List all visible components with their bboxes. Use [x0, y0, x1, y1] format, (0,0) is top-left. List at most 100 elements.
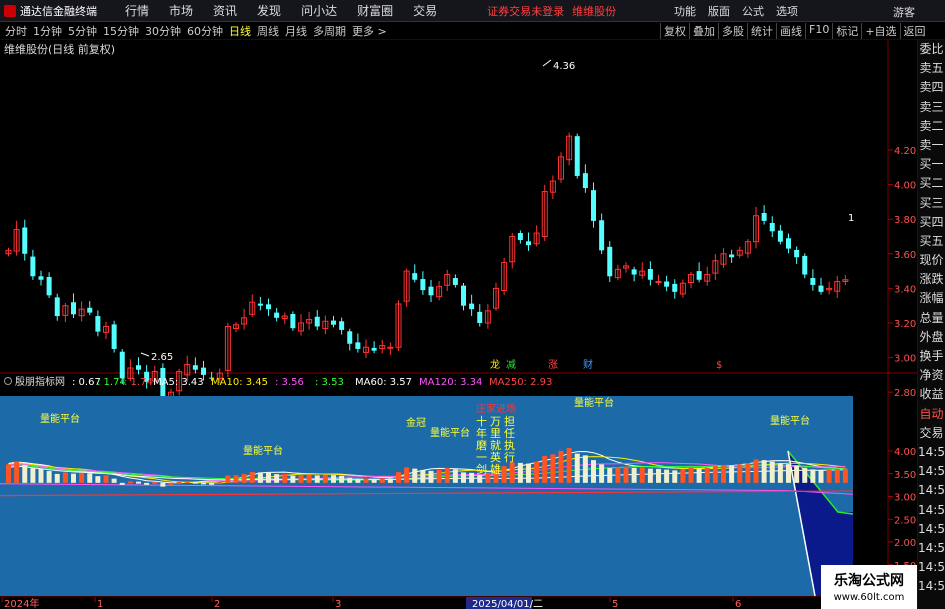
- indicator-bar: [542, 455, 548, 483]
- sidebar-item-26[interactable]: 14:56: [918, 539, 945, 558]
- period-tab-7[interactable]: 周线: [254, 23, 282, 39]
- indicator-bar: [631, 467, 637, 483]
- low-label: 2.65: [151, 352, 173, 363]
- candle-body: [136, 365, 141, 370]
- marker-reduce[interactable]: 减: [506, 359, 516, 371]
- tool-button-4[interactable]: 画线: [776, 23, 805, 39]
- tool-button-6[interactable]: 标记: [832, 23, 861, 39]
- indicator-bar: [274, 474, 280, 483]
- marker-rise[interactable]: 涨: [548, 359, 558, 371]
- sidebar-item-14[interactable]: 总量: [918, 309, 945, 328]
- sidebar-item-6[interactable]: 买一: [918, 155, 945, 174]
- sidebar-item-18[interactable]: 收益: [918, 385, 945, 404]
- guest-label[interactable]: 游客: [893, 4, 915, 20]
- indicator-bar: [834, 468, 840, 483]
- period-tab-10[interactable]: 更多 >: [349, 23, 390, 39]
- period-tab-8[interactable]: 月线: [282, 23, 310, 39]
- menu-item-1[interactable]: 市场: [159, 2, 203, 19]
- sidebar-item-21[interactable]: 14:56: [918, 443, 945, 462]
- right-menu-item-3[interactable]: 选项: [770, 3, 804, 19]
- candle-body: [46, 276, 52, 296]
- indicator-bar: [266, 472, 271, 483]
- login-notice[interactable]: 证券交易未登录: [487, 3, 564, 19]
- indicator-bar: [152, 481, 158, 484]
- time-label-6: 6: [735, 599, 741, 609]
- period-tab-9[interactable]: 多周期: [310, 23, 349, 39]
- period-tab-3[interactable]: 15分钟: [100, 23, 142, 39]
- right-menu-item-0[interactable]: 功能: [668, 3, 702, 19]
- sidebar-item-23[interactable]: 14:56: [918, 481, 945, 500]
- sidebar-item-25[interactable]: 14:56: [918, 520, 945, 539]
- sidebar-item-12[interactable]: 涨跌: [918, 270, 945, 289]
- right-menu-item-1[interactable]: 版面: [702, 3, 736, 19]
- indicator-bar: [550, 454, 556, 483]
- period-tab-4[interactable]: 30分钟: [142, 23, 184, 39]
- sidebar-item-3[interactable]: 卖三: [918, 98, 945, 117]
- indicator-v2: : 1.74: [97, 377, 126, 388]
- sidebar-item-7[interactable]: 买二: [918, 174, 945, 193]
- sidebar-item-16[interactable]: 换手: [918, 347, 945, 366]
- marker-finance[interactable]: 财: [583, 358, 593, 371]
- indicator-bar: [753, 459, 759, 483]
- kline-chart[interactable]: 维维股份(日线 前复权) 4.20 4.00 3.80 3.60 3.40 3.20 3.0…: [0, 40, 917, 609]
- sidebar-item-10[interactable]: 买五: [918, 232, 945, 251]
- menu-item-3[interactable]: 发现: [247, 2, 291, 19]
- menu-item-0[interactable]: 行情: [115, 2, 159, 19]
- sidebar-item-17[interactable]: 净资: [918, 366, 945, 385]
- candle-body: [71, 302, 76, 315]
- candle-body: [111, 324, 117, 349]
- sidebar-item-1[interactable]: 卖五: [918, 59, 945, 78]
- sidebar-item-19[interactable]: 自动: [918, 405, 945, 424]
- sidebar-item-9[interactable]: 买四: [918, 213, 945, 232]
- candle-body: [647, 269, 653, 280]
- upper-tick-label: 3.60: [894, 250, 916, 261]
- sidebar-item-0[interactable]: 委比: [918, 40, 945, 59]
- tool-button-5[interactable]: F10: [805, 23, 832, 39]
- period-tab-6[interactable]: 日线: [226, 23, 254, 39]
- period-tab-0[interactable]: 分时: [2, 23, 30, 39]
- period-tab-5[interactable]: 60分钟: [184, 23, 226, 39]
- tool-button-2[interactable]: 多股: [718, 23, 747, 39]
- sidebar-item-15[interactable]: 外盘: [918, 328, 945, 347]
- menu-item-5[interactable]: 财富圈: [347, 2, 403, 19]
- sidebar-item-2[interactable]: 卖四: [918, 78, 945, 97]
- marker-dollar[interactable]: $: [716, 360, 722, 371]
- tool-button-1[interactable]: 叠加: [689, 23, 718, 39]
- app-icon: [4, 4, 16, 17]
- upper-tick-label: 3.00: [894, 354, 916, 365]
- marker-dragon[interactable]: 龙: [490, 358, 500, 371]
- tool-button-8[interactable]: 返回: [899, 23, 929, 39]
- indicator-bar: [818, 470, 824, 483]
- sidebar-item-22[interactable]: 14:56: [918, 462, 945, 481]
- indicator-bar: [314, 475, 320, 483]
- candle-body: [412, 273, 418, 280]
- sidebar-item-20[interactable]: 交易: [918, 424, 945, 443]
- upper-tick-label: 2.80: [894, 388, 916, 399]
- sidebar-item-24[interactable]: 14:56: [918, 501, 945, 520]
- candle-body: [591, 190, 596, 221]
- sidebar-item-13[interactable]: 涨幅: [918, 289, 945, 308]
- tool-button-7[interactable]: +自选: [861, 23, 899, 39]
- period-tab-1[interactable]: 1分钟: [30, 23, 65, 39]
- period-tab-2[interactable]: 5分钟: [65, 23, 100, 39]
- sidebar-item-4[interactable]: 卖二: [918, 117, 945, 136]
- menu-item-6[interactable]: 交易: [403, 2, 447, 19]
- indicator-bar: [509, 462, 515, 483]
- ma-legend-item-3: : 3.53: [315, 377, 344, 388]
- sidebar-item-8[interactable]: 买三: [918, 194, 945, 213]
- indicator-bar: [582, 455, 588, 483]
- right-menu-item-2[interactable]: 公式: [736, 3, 770, 19]
- candle-body: [266, 304, 271, 310]
- sidebar-item-28[interactable]: 14:56: [918, 577, 945, 596]
- sidebar-item-5[interactable]: 卖一: [918, 136, 945, 155]
- menu-item-2[interactable]: 资讯: [203, 2, 247, 19]
- tool-button-0[interactable]: 复权: [660, 23, 689, 39]
- sidebar-item-27[interactable]: 14:56: [918, 558, 945, 577]
- sidebar-item-11[interactable]: 现价: [918, 251, 945, 270]
- menu-item-4[interactable]: 问小达: [291, 2, 347, 19]
- high-label: 4.36: [553, 61, 575, 72]
- chart-area[interactable]: 维维股份(日线 前复权) 4.20 4.00 3.80 3.60 3.40 3.20 3.0…: [0, 40, 945, 609]
- indicator-bar: [664, 469, 670, 483]
- tool-button-3[interactable]: 统计: [747, 23, 776, 39]
- indicator-bar: [14, 461, 20, 483]
